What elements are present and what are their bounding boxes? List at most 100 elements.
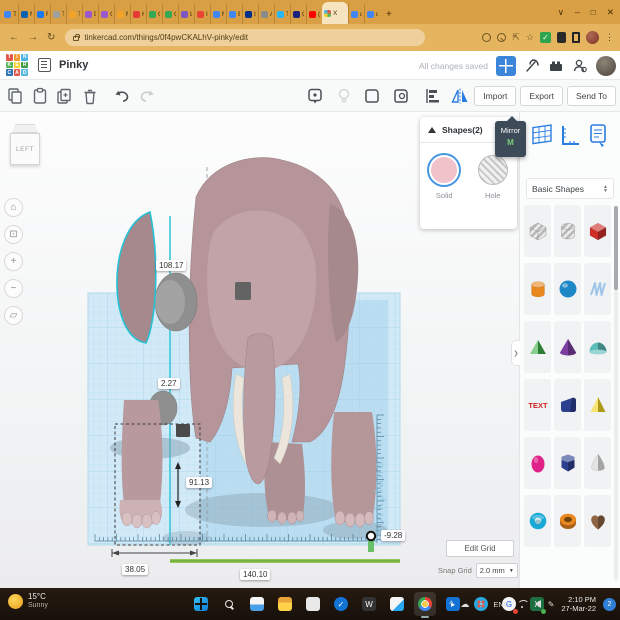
edit-grid-button[interactable]: Edit Grid xyxy=(446,540,514,557)
align-icon[interactable] xyxy=(421,86,441,106)
taskbar-weather[interactable]: 15°C Sunny xyxy=(8,592,48,610)
shape-tile-polygon[interactable] xyxy=(554,437,581,489)
browser-tab[interactable]: EV xyxy=(226,4,242,24)
snap-grid-dropdown[interactable]: 2.0 mm▼ xyxy=(476,563,518,578)
browser-tab[interactable]: Dc xyxy=(82,4,98,24)
taskbar-icon-wapp[interactable]: W xyxy=(358,592,380,616)
measure-140[interactable] xyxy=(170,559,400,563)
delete-icon[interactable] xyxy=(80,86,100,106)
shape-tile-heart[interactable] xyxy=(584,495,611,547)
zoom-out-button[interactable]: − xyxy=(4,279,23,298)
browser-tab[interactable]: Of xyxy=(146,4,162,24)
taskbar-icon-defender[interactable]: ✓ xyxy=(330,592,352,616)
maximize-button[interactable]: □ xyxy=(591,7,596,17)
send-to-button[interactable]: Send To xyxy=(567,86,616,106)
notification-badge[interactable]: 2 xyxy=(603,598,616,611)
shape-tile-pyramid[interactable] xyxy=(584,379,611,431)
browser-tab[interactable]: Tra xyxy=(2,4,18,24)
shape-tile-cylinder[interactable] xyxy=(524,263,551,315)
taskbar-icon-widgets[interactable] xyxy=(246,592,268,616)
front-left-leg[interactable] xyxy=(122,400,163,504)
design-menu-icon[interactable] xyxy=(38,58,51,72)
forward-button[interactable]: → xyxy=(28,32,38,43)
shape-tile-egg[interactable] xyxy=(524,437,551,489)
pen-icon[interactable]: ✎ xyxy=(548,600,555,609)
url-bar[interactable]: tinkercad.com/things/0f4pwCKALhV-pinky/e… xyxy=(65,29,425,46)
browser-tab[interactable]: CA xyxy=(290,4,306,24)
solid-swatch[interactable]: Solid xyxy=(429,155,459,200)
ruler-tool-icon[interactable] xyxy=(558,120,582,150)
browser-tab[interactable]: dc xyxy=(364,4,380,24)
ruler-pin-icon[interactable] xyxy=(305,86,325,106)
share-user-icon[interactable] xyxy=(572,58,588,74)
search-icon[interactable] xyxy=(497,33,506,42)
browser-profile-avatar[interactable] xyxy=(586,31,599,44)
close-button[interactable]: ✕ xyxy=(607,7,614,18)
shape-category-selector[interactable]: Basic Shapes ▲▼ xyxy=(526,178,614,199)
shape-tile-torus[interactable] xyxy=(524,495,551,547)
browser-tab[interactable]: Th xyxy=(274,4,290,24)
redo-icon[interactable] xyxy=(137,86,157,106)
group-icon[interactable] xyxy=(363,86,383,106)
taskbar-icon-search[interactable] xyxy=(218,592,240,616)
view-cube-front[interactable]: LEFT xyxy=(10,133,40,165)
extension-frame-icon[interactable] xyxy=(572,32,580,43)
notes-tool-icon[interactable] xyxy=(586,120,610,150)
new-tab-button[interactable]: + xyxy=(386,9,392,20)
dim-gap-label[interactable]: 2.27 xyxy=(158,378,180,389)
zoom-in-button[interactable]: + xyxy=(4,252,23,271)
shape-tile-dome[interactable] xyxy=(584,321,611,373)
browser-tab[interactable]: Lo xyxy=(178,4,194,24)
blocks-view-button[interactable] xyxy=(496,56,516,76)
copy-icon[interactable] xyxy=(5,86,25,106)
taskbar-icon-mail[interactable] xyxy=(386,592,408,616)
browser-tab[interactable]: Th xyxy=(50,4,66,24)
dim-length-label[interactable]: 140.10 xyxy=(240,569,270,580)
shape-tile-wedge[interactable] xyxy=(554,379,581,431)
onedrive-cloud-icon[interactable]: ☁ xyxy=(460,599,469,610)
browser-tab[interactable]: Int xyxy=(194,4,210,24)
volume-icon[interactable] xyxy=(535,600,541,608)
browser-tab[interactable]: Gr xyxy=(162,4,178,24)
shape-tile-cone[interactable] xyxy=(554,321,581,373)
tray-app-icon[interactable] xyxy=(476,599,486,609)
import-button[interactable]: Import xyxy=(474,86,516,106)
hole-color-circle[interactable] xyxy=(478,155,508,185)
fit-view-button[interactable]: ⊡ xyxy=(4,225,23,244)
reload-button[interactable]: ↻ xyxy=(47,32,55,43)
home-view-button[interactable]: ⌂ xyxy=(4,198,23,217)
browser-tab[interactable]: Ko xyxy=(130,4,146,24)
taskbar-icon-app[interactable] xyxy=(302,592,324,616)
language-indicator[interactable]: ENG xyxy=(493,600,509,609)
browser-tab-active[interactable]: X xyxy=(322,2,348,24)
browser-tab[interactable]: dc xyxy=(348,4,364,24)
shape-tile-scribble[interactable] xyxy=(584,263,611,315)
extension-check-icon[interactable]: ✓ xyxy=(540,32,551,43)
design-title[interactable]: Pinky xyxy=(59,59,88,71)
browser-tab[interactable]: Mi xyxy=(18,4,34,24)
extension-icon[interactable] xyxy=(557,32,566,43)
ungroup-icon[interactable] xyxy=(392,86,412,106)
export-button[interactable]: Export xyxy=(520,86,563,106)
dim-height-label[interactable]: 108.17 xyxy=(156,260,186,271)
perspective-toggle-button[interactable]: ▱ xyxy=(4,306,23,325)
tab-search-icon[interactable]: ∨ xyxy=(558,7,564,18)
solid-color-circle[interactable] xyxy=(429,155,459,185)
dim-z-offset-label[interactable]: -9.28 xyxy=(381,530,405,541)
browser-tab[interactable]: My xyxy=(210,4,226,24)
browser-tab[interactable]: Cu xyxy=(98,4,114,24)
browser-tab[interactable]: Az xyxy=(258,4,274,24)
taskbar-icon-start[interactable] xyxy=(190,592,212,616)
collapse-inspector-icon[interactable] xyxy=(428,127,436,133)
view-cube-top[interactable] xyxy=(12,124,38,133)
panel-scrollbar-thumb[interactable] xyxy=(614,206,618,290)
minecraft-export-icon[interactable] xyxy=(524,58,540,74)
shape-tile-box[interactable] xyxy=(584,205,611,257)
axle-block[interactable] xyxy=(235,282,251,300)
share-icon[interactable]: ⇱ xyxy=(512,32,520,43)
wifi-icon[interactable] xyxy=(517,600,528,609)
duplicate-icon[interactable] xyxy=(55,86,75,106)
paste-icon[interactable] xyxy=(30,86,50,106)
shape-tile-text[interactable]: TEXT xyxy=(524,379,551,431)
browser-menu-icon[interactable]: ⋮ xyxy=(605,32,614,43)
